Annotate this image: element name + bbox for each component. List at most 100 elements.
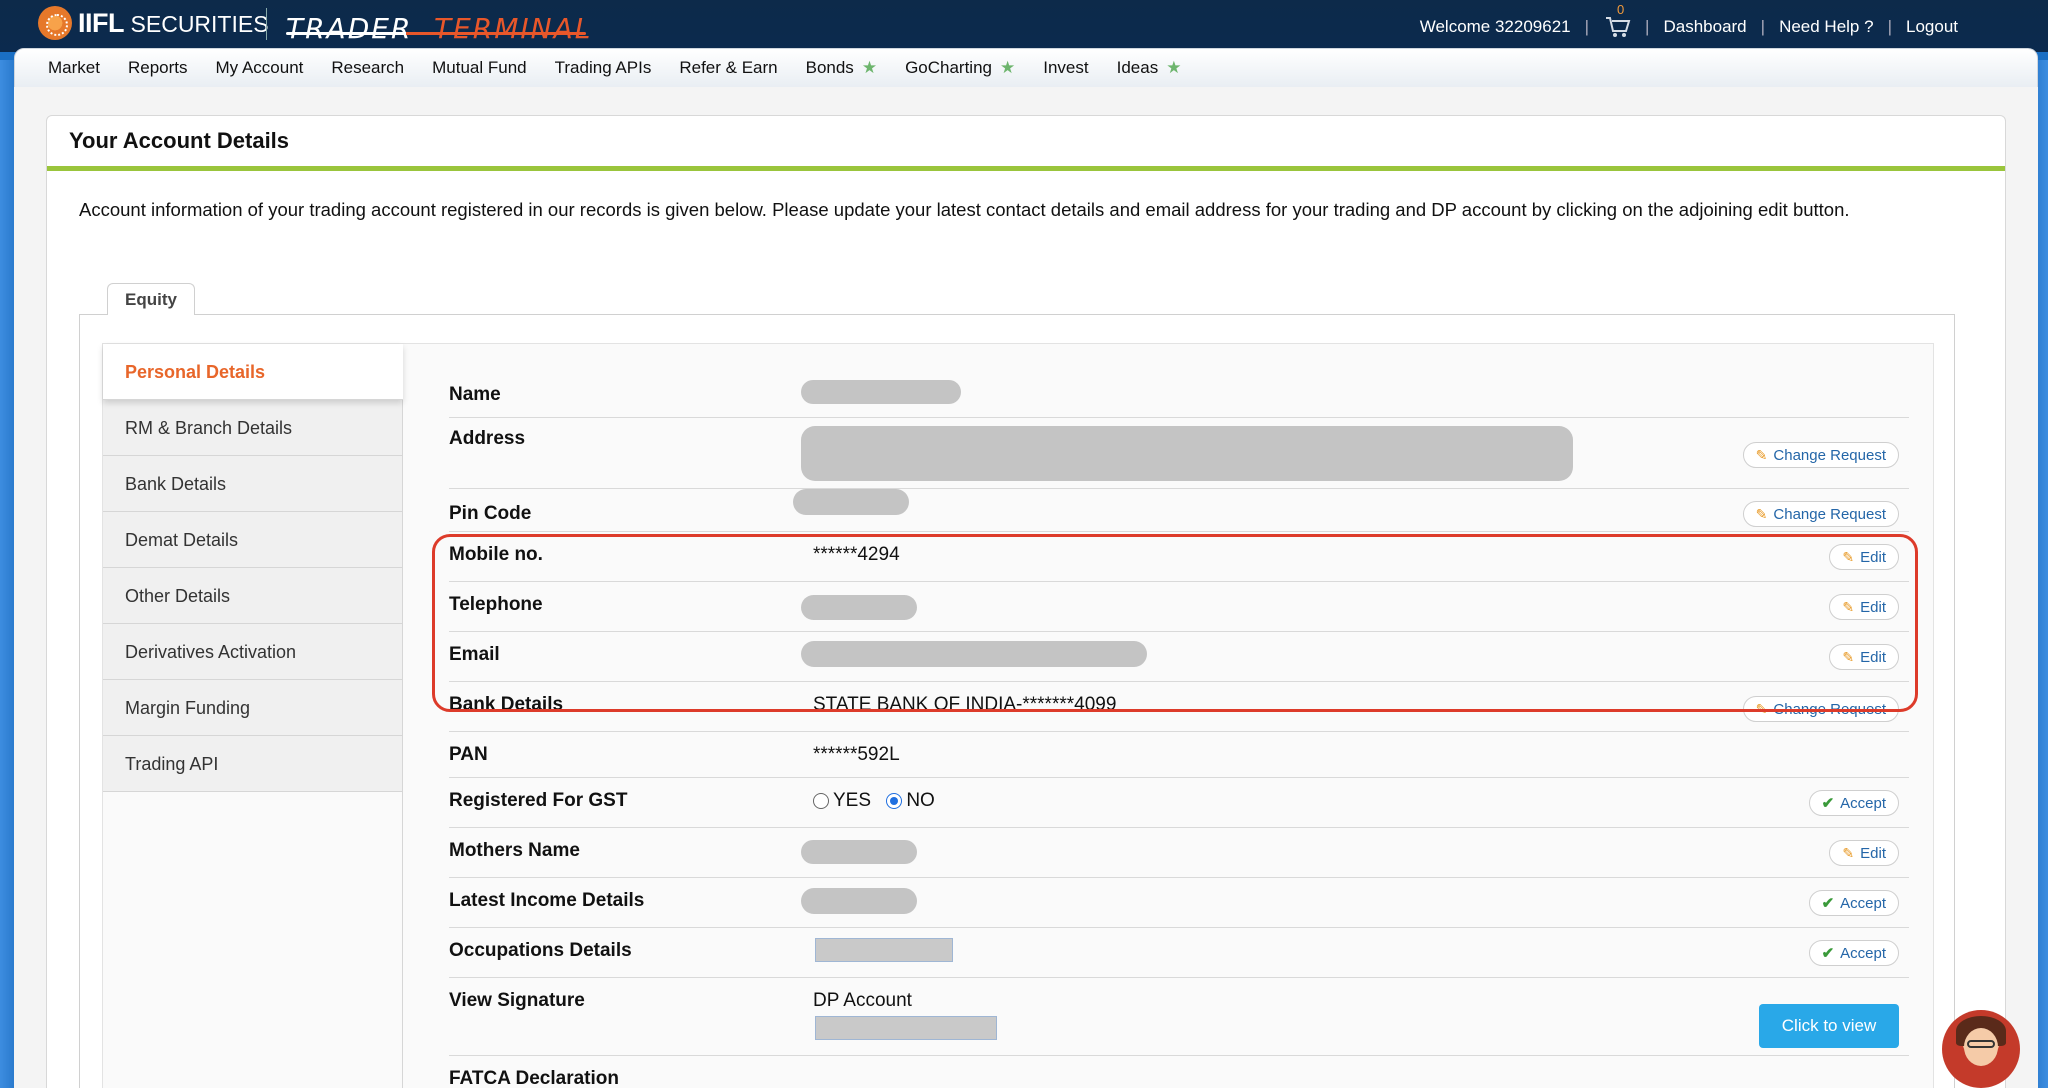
gst-no-label: NO: [906, 790, 935, 811]
checkmark-icon: ✔: [1821, 795, 1835, 812]
main-nav-bar: Market Reports My Account Research Mutual Fu…: [14, 48, 2038, 88]
sidebar-item-trading-api[interactable]: Trading API: [103, 736, 403, 792]
signature-label: View Signature: [449, 990, 585, 1011]
nav-item-label: Market: [48, 58, 100, 77]
sidebar-item-rm-branch-details[interactable]: RM & Branch Details: [103, 400, 403, 456]
edit-pencil-icon: ✎: [1755, 505, 1768, 522]
row-gst: Registered For GST YES NO ✔ Accept: [449, 778, 1909, 828]
personal-details-table: Name Address ✎ Change Request Pin Code ✎…: [449, 374, 1909, 1088]
row-fatca: FATCA Declaration: [449, 1056, 1909, 1088]
nav-item-label: Trading APIs: [554, 58, 652, 77]
nav-item-refer-earn[interactable]: Refer & Earn: [679, 58, 777, 78]
sidebar-item-derivatives-activation[interactable]: Derivatives Activation: [103, 624, 403, 680]
brand-name: IIFL SECURITIES: [78, 8, 269, 39]
address-change-request-button[interactable]: ✎ Change Request: [1742, 442, 1899, 468]
terminal-logo-swoosh: [286, 32, 586, 35]
terminal-logo-right: TERMINAL: [434, 12, 593, 45]
cart-count-badge: 0: [1617, 2, 1625, 17]
click-to-view-button[interactable]: Click to view: [1759, 1004, 1899, 1048]
header-links: Welcome 32209621 | 0 | Dashboard | Need …: [1419, 2, 1958, 39]
nav-item-label: Refer & Earn: [679, 58, 778, 77]
nav-item-trading-apis[interactable]: Trading APIs: [555, 58, 652, 78]
sidebar-item-other-details[interactable]: Other Details: [103, 568, 403, 624]
fatca-label: FATCA Declaration: [449, 1068, 619, 1088]
iifl-logo[interactable]: IIFL SECURITIES: [38, 6, 269, 40]
row-income: Latest Income Details ✔ Accept: [449, 878, 1909, 928]
checkmark-icon: ✔: [1821, 895, 1835, 912]
mothers-name-edit-label: Edit: [1860, 844, 1886, 862]
sidebar-item-bank-details[interactable]: Bank Details: [103, 456, 403, 512]
logout-link[interactable]: Logout: [1906, 17, 1958, 37]
edit-pencil-icon: ✎: [1755, 446, 1768, 463]
gst-accept-button[interactable]: ✔ Accept: [1808, 790, 1899, 816]
gst-no-radio[interactable]: NO: [886, 790, 935, 812]
nav-item-invest[interactable]: Invest: [1043, 58, 1088, 78]
nav-item-label: Bonds: [805, 58, 854, 77]
address-label: Address: [449, 428, 526, 449]
pincode-value-redacted: [793, 489, 909, 515]
income-accept-label: Accept: [1840, 894, 1886, 912]
edit-pencil-icon: ✎: [1842, 844, 1855, 861]
star-icon: ★: [1166, 58, 1182, 77]
nav-item-label: GoCharting: [905, 58, 992, 77]
highlight-annotation: [432, 534, 1918, 712]
pan-value: ******592L: [813, 744, 900, 765]
title-underline: [47, 166, 2005, 171]
nav-item-bonds[interactable]: Bonds ★: [806, 58, 877, 78]
nav-item-label: Research: [331, 58, 405, 77]
signature-dp-account: DP Account: [813, 990, 912, 1011]
radio-unchecked-icon: [813, 793, 829, 809]
row-address: Address ✎ Change Request: [449, 418, 1909, 489]
sidebar-item-demat-details[interactable]: Demat Details: [103, 512, 403, 568]
name-label: Name: [449, 384, 501, 405]
nav-item-label: Reports: [127, 58, 188, 77]
nav-item-research[interactable]: Research: [331, 58, 404, 78]
gst-yes-radio[interactable]: YES: [813, 790, 871, 812]
main-nav: Market Reports My Account Research Mutual Fu…: [48, 58, 1209, 78]
pincode-change-request-button[interactable]: ✎ Change Request: [1742, 501, 1899, 527]
income-accept-button[interactable]: ✔ Accept: [1808, 890, 1899, 916]
name-value-redacted: [801, 380, 961, 404]
dashboard-link[interactable]: Dashboard: [1663, 17, 1746, 37]
sidebar-filler: [103, 792, 403, 1088]
gst-accept-label: Accept: [1840, 794, 1886, 812]
cart-button[interactable]: 0: [1605, 2, 1631, 39]
sidebar-item-margin-funding[interactable]: Margin Funding: [103, 680, 403, 736]
star-icon: ★: [1000, 58, 1016, 77]
need-help-link[interactable]: Need Help ?: [1779, 17, 1874, 37]
nav-item-ideas[interactable]: Ideas ★: [1117, 58, 1182, 78]
nav-item-reports[interactable]: Reports: [128, 58, 188, 78]
nav-item-gocharting[interactable]: GoCharting ★: [905, 58, 1015, 78]
details-container: Personal Details RM & Branch Details Bank …: [102, 343, 1934, 1088]
trader-terminal-logo: TRADER TERMINAL: [286, 8, 590, 45]
income-value-redacted: [801, 888, 917, 914]
nav-item-mutual-fund[interactable]: Mutual Fund: [432, 58, 527, 78]
separator: |: [1645, 17, 1650, 36]
occupation-accept-button[interactable]: ✔ Accept: [1808, 940, 1899, 966]
income-label: Latest Income Details: [449, 890, 645, 911]
separator: |: [1887, 17, 1892, 36]
welcome-text: Welcome 32209621: [1419, 17, 1571, 36]
pincode-label: Pin Code: [449, 503, 532, 524]
row-name: Name: [449, 374, 1909, 418]
tab-equity[interactable]: Equity: [107, 283, 195, 315]
row-mothers-name: Mothers Name ✎ Edit: [449, 828, 1909, 878]
row-signature: View Signature DP Account Click to view: [449, 978, 1909, 1056]
signature-select-redacted[interactable]: [815, 1016, 997, 1040]
separator: |: [1584, 17, 1590, 36]
brand-name-sub: SECURITIES: [130, 10, 269, 37]
nav-item-my-account[interactable]: My Account: [216, 58, 304, 78]
separator: |: [1760, 17, 1766, 36]
mothers-name-value-redacted: [801, 840, 917, 864]
nav-item-label: Invest: [1043, 58, 1089, 77]
occupation-accept-label: Accept: [1840, 944, 1886, 962]
occupation-select-redacted[interactable]: [815, 938, 953, 962]
sidebar-item-personal-details[interactable]: Personal Details: [103, 344, 403, 400]
sidebar: Personal Details RM & Branch Details Bank …: [103, 344, 403, 1088]
nav-item-label: Mutual Fund: [432, 58, 527, 77]
nav-item-market[interactable]: Market: [48, 58, 100, 78]
pan-label: PAN: [449, 744, 488, 765]
chatbot-avatar[interactable]: [1942, 1010, 2020, 1088]
mothers-name-edit-button[interactable]: ✎ Edit: [1829, 840, 1899, 866]
gst-yes-label: YES: [833, 790, 872, 811]
